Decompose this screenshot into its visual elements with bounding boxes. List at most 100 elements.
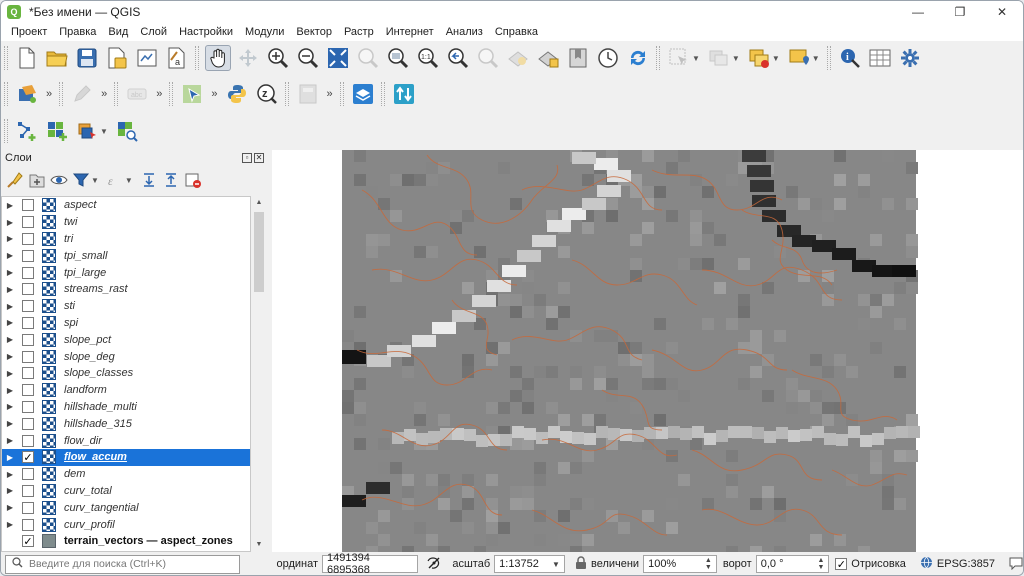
layer-item-slope_deg[interactable]: ▶ slope_deg xyxy=(2,348,250,365)
dropdown-caret-icon[interactable]: ▼ xyxy=(732,54,740,63)
toolbar-grip[interactable] xyxy=(114,82,119,106)
scale-combo[interactable]: 1:13752 ▼ xyxy=(494,555,565,573)
layer-item-curv_profil[interactable]: ▶ curv_profil xyxy=(2,516,250,533)
toolbar-grip[interactable] xyxy=(656,46,660,70)
add-search-layer-icon[interactable] xyxy=(114,118,140,144)
toolbar-grip[interactable] xyxy=(169,82,174,106)
menu-plugins[interactable]: Модули xyxy=(239,23,290,41)
layer-visibility-checkbox[interactable] xyxy=(22,300,34,313)
layer-visibility-checkbox[interactable]: ✓ xyxy=(22,535,34,548)
layer-item-curv_total[interactable]: ▶ curv_total xyxy=(2,483,250,500)
layer-visibility-checkbox[interactable] xyxy=(22,417,34,430)
georeferencer-icon[interactable] xyxy=(179,81,205,107)
layer-item-tpi_small[interactable]: ▶ tpi_small xyxy=(2,247,250,264)
bookmark-manager-icon[interactable] xyxy=(565,45,591,71)
menu-raster[interactable]: Растр xyxy=(338,23,380,41)
zoom-to-layer-icon[interactable] xyxy=(385,45,411,71)
layer-visibility-checkbox[interactable] xyxy=(22,350,34,363)
layer-visibility-checkbox[interactable] xyxy=(22,367,34,380)
toolbar-grip[interactable] xyxy=(339,82,344,106)
add-point-layer-icon[interactable] xyxy=(74,118,100,144)
toolbar-grip[interactable] xyxy=(195,46,199,70)
spin-arrows-icon[interactable]: ▲ ▼ xyxy=(818,557,825,571)
dropdown-caret-icon[interactable]: ▼ xyxy=(100,127,108,136)
layer-item-terrain_vectors-aspect_zones[interactable]: ✓ terrain_vectors — aspect_zones xyxy=(2,533,250,550)
layer-stack-icon[interactable] xyxy=(350,81,376,107)
toolbar-grip[interactable] xyxy=(4,119,8,143)
save-as-icon[interactable] xyxy=(104,45,130,71)
expand-arrow-icon[interactable]: ▶ xyxy=(4,302,16,311)
zoom-native-icon[interactable]: 1:1 xyxy=(415,45,441,71)
digitize-icon[interactable] xyxy=(69,81,95,107)
save-project-icon[interactable] xyxy=(74,45,100,71)
close-button[interactable]: ✕ xyxy=(981,1,1023,23)
layer-visibility-checkbox[interactable]: ✓ xyxy=(22,451,34,464)
zoom-next-icon[interactable] xyxy=(475,45,501,71)
coordinate-field[interactable]: 1491394 6895368 xyxy=(322,552,419,575)
menu-web[interactable]: Интернет xyxy=(380,23,440,41)
messages-icon[interactable] xyxy=(1009,556,1023,573)
layer-item-flow_dir[interactable]: ▶ flow_dir xyxy=(2,432,250,449)
dropdown-caret-icon[interactable]: ▼ xyxy=(91,176,99,185)
expand-arrow-icon[interactable]: ▶ xyxy=(4,234,16,243)
layer-item-twi[interactable]: ▶ twi xyxy=(2,214,250,231)
layer-tree-scrollbar[interactable]: ▲ ▼ xyxy=(252,196,266,552)
layer-item-spi[interactable]: ▶ spi xyxy=(2,315,250,332)
new-bookmark-icon[interactable] xyxy=(505,45,531,71)
scroll-up-icon[interactable]: ▲ xyxy=(252,196,266,210)
layer-item-hillshade_multi[interactable]: ▶ hillshade_multi xyxy=(2,399,250,416)
crs-label[interactable]: EPSG:3857 xyxy=(937,558,995,570)
scrollbar-thumb[interactable] xyxy=(254,212,264,292)
expand-arrow-icon[interactable]: ▶ xyxy=(4,520,16,529)
menu-view[interactable]: Вид xyxy=(102,23,134,41)
layer-visibility-checkbox[interactable] xyxy=(22,266,34,279)
expand-arrow-icon[interactable]: ▶ xyxy=(4,436,16,445)
menu-project[interactable]: Проект xyxy=(5,23,53,41)
expand-arrow-icon[interactable]: ▶ xyxy=(4,268,16,277)
select-features-icon[interactable] xyxy=(706,45,732,71)
expand-arrow-icon[interactable]: ▶ xyxy=(4,352,16,361)
layer-visibility-checkbox[interactable] xyxy=(22,501,34,514)
maximize-button[interactable]: ❐ xyxy=(939,1,981,23)
zoom-last-icon[interactable] xyxy=(445,45,471,71)
paint-style-icon[interactable] xyxy=(5,170,25,190)
expand-all-icon[interactable] xyxy=(139,170,159,190)
identify-icon[interactable]: i xyxy=(837,45,863,71)
layer-item-hillshade_315[interactable]: ▶ hillshade_315 xyxy=(2,415,250,432)
expand-arrow-icon[interactable]: ▶ xyxy=(4,419,16,428)
map-render[interactable] xyxy=(272,150,1023,552)
expand-arrow-icon[interactable]: ▶ xyxy=(4,503,16,512)
deselect-features-icon[interactable] xyxy=(746,45,772,71)
identify-features-icon[interactable] xyxy=(666,45,692,71)
expand-arrow-icon[interactable]: ▶ xyxy=(4,218,16,227)
layer-item-landform[interactable]: ▶ landform xyxy=(2,382,250,399)
select-by-location-icon[interactable] xyxy=(786,45,812,71)
expand-arrow-icon[interactable]: ▶ xyxy=(4,402,16,411)
filter-expression-icon[interactable]: ε xyxy=(105,170,125,190)
refresh-icon[interactable] xyxy=(625,45,651,71)
print-layout-icon[interactable] xyxy=(134,45,160,71)
menu-analysis[interactable]: Анализ xyxy=(440,23,489,41)
zoom-z-icon[interactable]: z xyxy=(254,81,280,107)
dropdown-caret-icon[interactable]: ▼ xyxy=(125,176,133,185)
layer-visibility-checkbox[interactable] xyxy=(22,316,34,329)
toolbar-grip[interactable] xyxy=(284,82,289,106)
layer-item-slope_classes[interactable]: ▶ slope_classes xyxy=(2,365,250,382)
minimize-button[interactable]: — xyxy=(897,1,939,23)
menu-vector[interactable]: Вектор xyxy=(290,23,338,41)
add-layer-grid-icon[interactable] xyxy=(44,118,70,144)
expand-arrow-icon[interactable]: ▶ xyxy=(4,285,16,294)
layer-visibility-checkbox[interactable] xyxy=(22,484,34,497)
layer-visibility-checkbox[interactable] xyxy=(22,249,34,262)
layer-item-curv_tangential[interactable]: ▶ curv_tangential xyxy=(2,499,250,516)
magnifier-spinbox[interactable]: 100% ▲ ▼ xyxy=(643,555,717,573)
layer-item-sti[interactable]: ▶ sti xyxy=(2,298,250,315)
zoom-out-icon[interactable] xyxy=(295,45,321,71)
layer-item-tri[interactable]: ▶ tri xyxy=(2,231,250,248)
scroll-down-icon[interactable]: ▼ xyxy=(252,538,266,552)
temporal-controller-icon[interactable] xyxy=(595,45,621,71)
layer-visibility-checkbox[interactable] xyxy=(22,199,34,212)
pan-to-selection-icon[interactable] xyxy=(235,45,261,71)
expand-arrow-icon[interactable]: ▶ xyxy=(4,453,16,462)
toolbar-grip[interactable] xyxy=(4,82,8,106)
